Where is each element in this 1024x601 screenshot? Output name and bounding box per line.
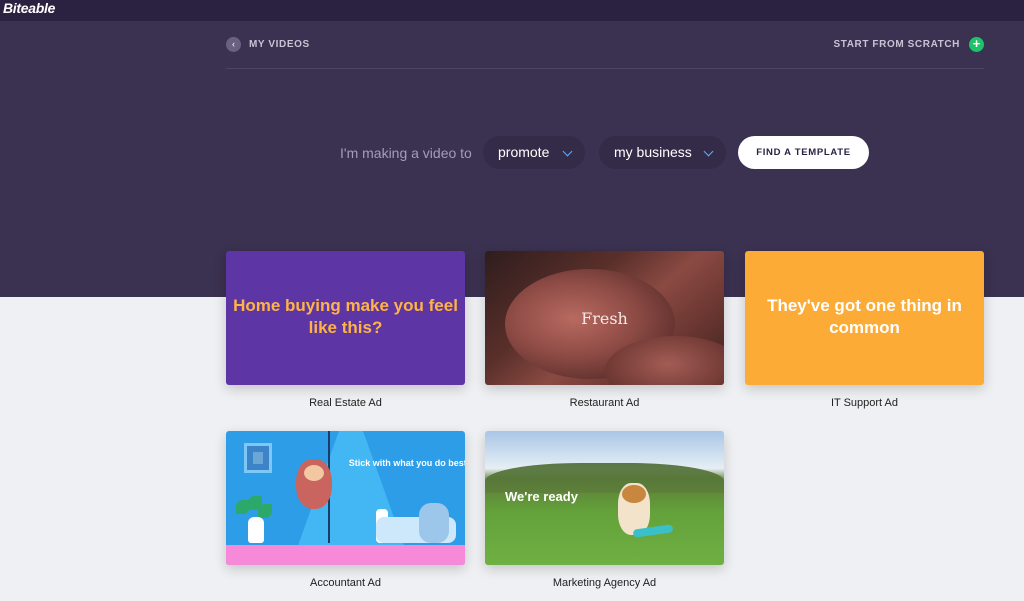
audience-dropdown[interactable]: my business	[599, 136, 726, 169]
purpose-dropdown[interactable]: promote	[483, 136, 585, 169]
template-thumbnail[interactable]: They've got one thing in common	[745, 251, 984, 385]
template-card-marketing-agency[interactable]: We're ready Marketing Agency Ad	[485, 431, 724, 589]
purpose-value: promote	[498, 144, 550, 160]
template-thumbnail[interactable]: Home buying make you feel like this?	[226, 251, 465, 385]
plus-icon[interactable]: +	[969, 37, 984, 52]
start-from-scratch-link[interactable]: START FROM SCRATCH	[833, 39, 960, 50]
sloth-illustration	[296, 459, 332, 509]
audience-value: my business	[614, 144, 692, 160]
thumbnail-text: Home buying make you feel like this?	[233, 296, 458, 337]
template-card-accountant[interactable]: Stick with what you do best. Accountant …	[226, 431, 465, 589]
template-card-it-support[interactable]: They've got one thing in common IT Suppo…	[745, 251, 984, 409]
template-caption[interactable]: Accountant Ad	[226, 577, 465, 589]
template-caption[interactable]: Real Estate Ad	[226, 397, 465, 409]
template-thumbnail[interactable]: Fresh	[485, 251, 724, 385]
template-caption[interactable]: Marketing Agency Ad	[485, 577, 724, 589]
my-videos-link[interactable]: MY VIDEOS	[249, 39, 310, 50]
template-thumbnail[interactable]: Stick with what you do best.	[226, 431, 465, 565]
vase-icon	[248, 517, 264, 543]
sub-navigation: ‹ MY VIDEOS START FROM SCRATCH +	[226, 36, 984, 69]
template-card-real-estate[interactable]: Home buying make you feel like this? Rea…	[226, 251, 465, 409]
chevron-left-icon[interactable]: ‹	[226, 37, 241, 52]
top-bar: Biteable	[0, 0, 1024, 21]
app-logo[interactable]: Biteable	[3, 0, 55, 16]
template-card-restaurant[interactable]: Fresh Restaurant Ad	[485, 251, 724, 409]
template-finder: I'm making a video to promote my busines…	[0, 136, 1024, 169]
thumbnail-text: They've got one thing in common	[767, 296, 962, 337]
maker-label: I'm making a video to	[340, 145, 472, 161]
template-thumbnail[interactable]: We're ready	[485, 431, 724, 565]
template-caption[interactable]: Restaurant Ad	[485, 397, 724, 409]
thumbnail-text: We're ready	[505, 489, 578, 504]
picture-frame-icon	[244, 443, 272, 473]
floor	[226, 545, 465, 565]
template-caption[interactable]: IT Support Ad	[745, 397, 984, 409]
chevron-down-icon	[562, 146, 573, 157]
armchair-icon	[419, 503, 449, 543]
thumbnail-text: Stick with what you do best.	[348, 458, 465, 468]
find-template-button[interactable]: FIND A TEMPLATE	[738, 136, 869, 169]
chevron-down-icon	[703, 146, 714, 157]
thumbnail-text: Fresh	[581, 309, 628, 328]
